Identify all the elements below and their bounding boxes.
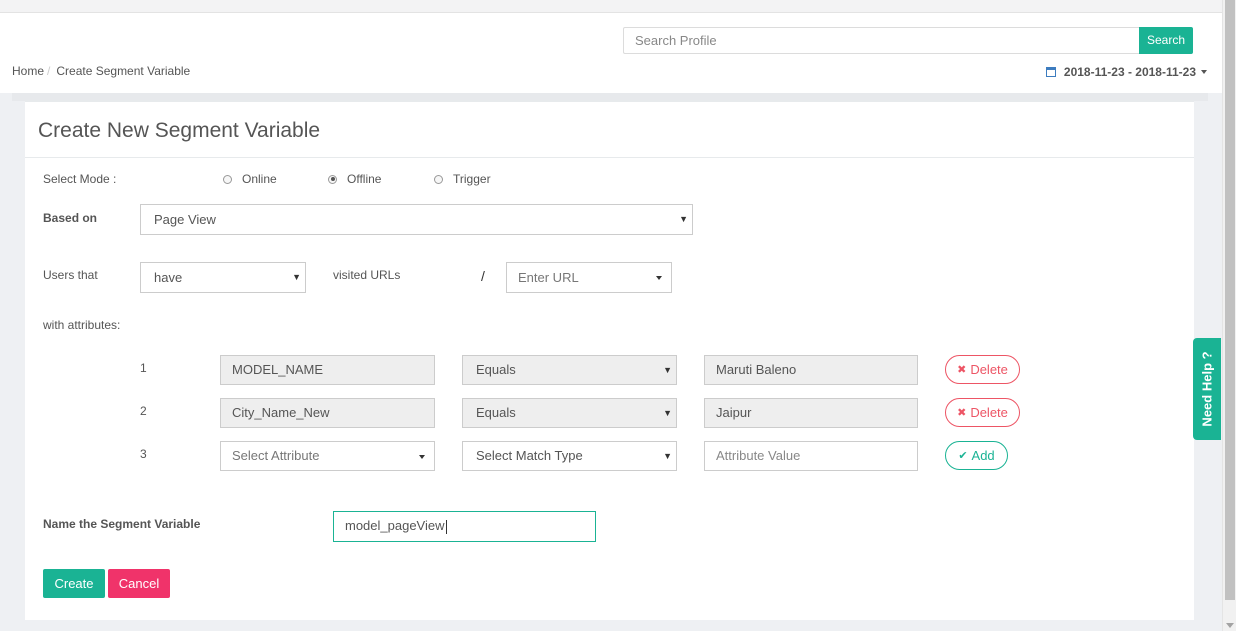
check-icon: ✔ xyxy=(958,450,968,462)
radio-icon xyxy=(434,174,443,184)
match-type-select[interactable]: Equals ▼ xyxy=(462,355,677,385)
attribute-value: Maruti Baleno xyxy=(716,362,797,377)
times-icon: ✖ xyxy=(957,407,967,419)
dropdown-arrow-icon: ▼ xyxy=(663,365,672,375)
attribute-name-field[interactable]: City_Name_New xyxy=(220,398,435,428)
title-divider xyxy=(25,157,1194,158)
caret-down-icon xyxy=(1201,70,1207,74)
dropdown-arrow-icon: ▼ xyxy=(663,408,672,418)
mode-radio-online[interactable]: Online xyxy=(223,172,277,186)
radio-icon xyxy=(223,174,232,184)
segment-name-value: model_pageView xyxy=(345,518,445,533)
based-on-select[interactable]: Page View ▼ xyxy=(140,204,693,235)
attribute-value-field[interactable]: Attribute Value xyxy=(704,441,918,471)
visited-urls-label: visited URLs xyxy=(333,268,401,282)
select-attribute-placeholder: Select Attribute xyxy=(232,448,320,463)
attribute-value-field[interactable]: Jaipur xyxy=(704,398,918,428)
users-that-select[interactable]: have ▼ xyxy=(140,262,306,293)
url-placeholder: Enter URL xyxy=(518,270,579,285)
attribute-value: Jaipur xyxy=(716,405,752,420)
search-input[interactable] xyxy=(623,27,1140,54)
match-type-select[interactable]: Equals ▼ xyxy=(462,398,677,428)
mode-label: Trigger xyxy=(453,172,491,186)
mode-label: Online xyxy=(242,172,277,186)
based-on-label: Based on xyxy=(43,211,98,225)
need-help-tab[interactable]: Need Help ? xyxy=(1193,338,1221,440)
breadcrumb-separator: / xyxy=(47,64,51,78)
segment-name-label: Name the Segment Variable xyxy=(43,517,201,531)
calendar-icon xyxy=(1045,67,1056,77)
attribute-row-index: 2 xyxy=(140,404,147,418)
users-that-value: have xyxy=(154,270,183,285)
search-button[interactable]: Search xyxy=(1139,27,1193,54)
radio-selected-icon xyxy=(328,174,337,184)
attribute-value-placeholder: Attribute Value xyxy=(716,448,801,463)
mode-label: Offline xyxy=(347,172,382,186)
top-strip xyxy=(0,0,1222,13)
attribute-value-field[interactable]: Maruti Baleno xyxy=(704,355,918,385)
attribute-name: City_Name_New xyxy=(232,405,330,420)
delete-label: Delete xyxy=(970,362,1008,377)
times-icon: ✖ xyxy=(957,364,967,376)
delete-attribute-button[interactable]: ✖ Delete xyxy=(945,355,1020,384)
based-on-value: Page View xyxy=(154,212,216,227)
breadcrumb-home-link[interactable]: Home xyxy=(12,64,44,78)
attribute-row-index: 1 xyxy=(140,361,147,375)
match-type-select[interactable]: Select Match Type ▼ xyxy=(462,441,677,471)
dropdown-arrow-icon: ▼ xyxy=(292,272,301,282)
with-attributes-label: with attributes: xyxy=(43,318,121,332)
attribute-row-index: 3 xyxy=(140,447,147,461)
caret-down-icon xyxy=(656,276,662,280)
add-attribute-button[interactable]: ✔ Add xyxy=(945,441,1008,470)
scroll-down-arrow-icon[interactable] xyxy=(1226,623,1234,628)
caret-down-icon xyxy=(419,455,425,459)
text-cursor xyxy=(445,519,447,534)
attribute-name-field[interactable]: MODEL_NAME xyxy=(220,355,435,385)
add-label: Add xyxy=(971,448,995,463)
create-button[interactable]: Create xyxy=(43,569,105,598)
delete-label: Delete xyxy=(970,405,1008,420)
breadcrumb-current: Create Segment Variable xyxy=(56,64,191,78)
match-type-value: Select Match Type xyxy=(476,448,583,463)
mode-radio-offline[interactable]: Offline xyxy=(328,172,381,186)
delete-attribute-button[interactable]: ✖ Delete xyxy=(945,398,1020,427)
breadcrumb: Home / Create Segment Variable xyxy=(12,64,190,78)
match-type-value: Equals xyxy=(476,362,516,377)
need-help-label: Need Help ? xyxy=(1199,351,1215,427)
select-mode-label: Select Mode : xyxy=(43,172,117,186)
cancel-button[interactable]: Cancel xyxy=(108,569,170,598)
dropdown-arrow-icon: ▼ xyxy=(663,451,672,461)
dropdown-arrow-icon: ▼ xyxy=(679,214,688,224)
match-type-value: Equals xyxy=(476,405,516,420)
scrollbar-thumb[interactable] xyxy=(1225,0,1235,600)
attribute-name: MODEL_NAME xyxy=(232,362,324,377)
url-select[interactable]: Enter URL xyxy=(506,262,672,293)
url-separator: / xyxy=(481,268,485,284)
users-that-label: Users that xyxy=(43,268,98,282)
date-range-picker[interactable]: 2018-11-23 - 2018-11-23 xyxy=(1045,65,1207,79)
segment-name-input[interactable]: model_pageView xyxy=(333,511,596,542)
vertical-scrollbar[interactable] xyxy=(1222,0,1236,631)
select-attribute-dropdown[interactable]: Select Attribute xyxy=(220,441,435,471)
page-title: Create New Segment Variable xyxy=(38,119,321,142)
mode-radio-trigger[interactable]: Trigger xyxy=(434,172,491,186)
date-range-value: 2018-11-23 - 2018-11-23 xyxy=(1063,65,1196,79)
